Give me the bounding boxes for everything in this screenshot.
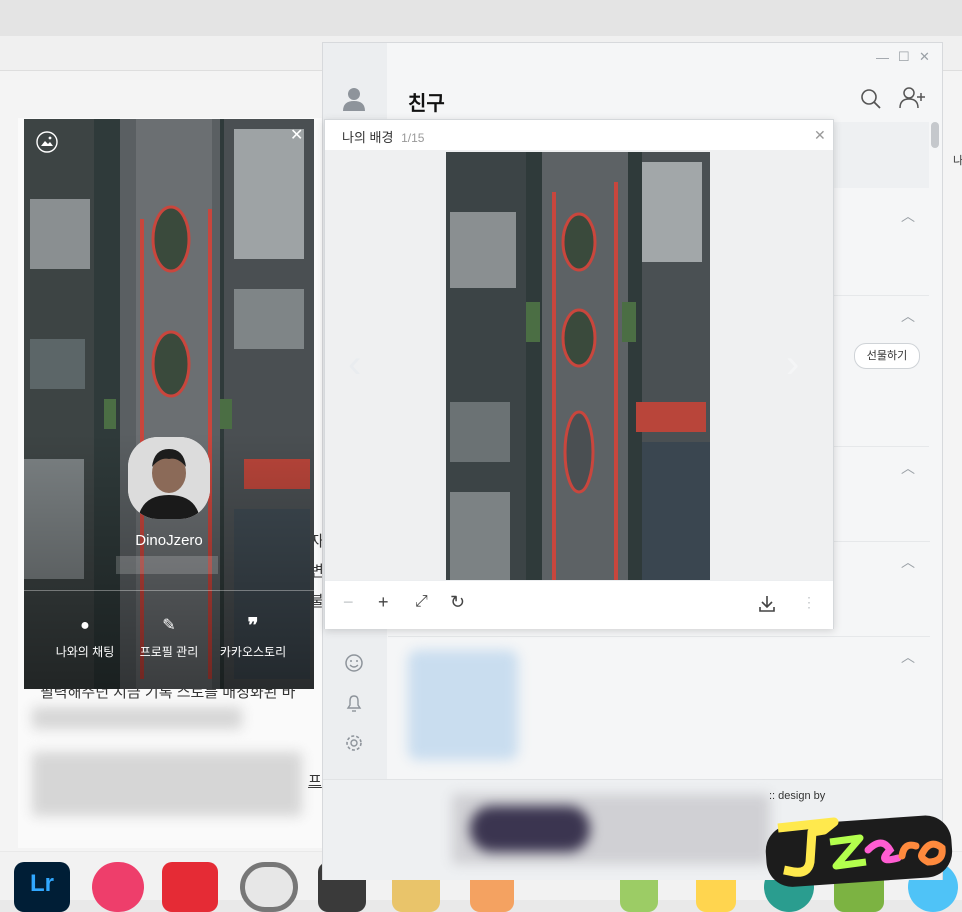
my-chat-button[interactable]: ● 나와의 채팅: [40, 615, 130, 660]
gift-button[interactable]: 선물하기: [854, 343, 920, 369]
search-icon[interactable]: [860, 88, 882, 110]
add-friend-icon[interactable]: [898, 86, 926, 110]
avatar[interactable]: [128, 437, 210, 519]
profile-gradient: [24, 119, 314, 689]
maximize-icon[interactable]: ☐: [898, 49, 910, 65]
rotate-icon[interactable]: ↻: [450, 592, 465, 613]
divider: [833, 446, 929, 447]
lightroom-icon[interactable]: Lr: [14, 862, 70, 912]
scrollbar[interactable]: [931, 122, 939, 148]
collapse-icon[interactable]: ︿: [901, 647, 915, 667]
camera-app-icon[interactable]: [92, 862, 144, 912]
background-image: [446, 152, 710, 580]
divider: [833, 295, 929, 296]
friends-tab-icon[interactable]: [341, 86, 367, 112]
background-gallery-icon[interactable]: [36, 131, 58, 153]
previous-arrow-icon[interactable]: ‹: [348, 342, 361, 387]
profile-card: ✕ DinoJzero ● 나와의 채팅 ✎ 프로필 관리 ❞ 카카오스토리: [24, 119, 314, 689]
divider: [388, 636, 930, 637]
close-icon[interactable]: ✕: [919, 49, 930, 65]
divider: [24, 590, 314, 591]
profile-name: DinoJzero: [135, 532, 203, 549]
collapse-icon[interactable]: ︿: [901, 206, 915, 226]
pencil-icon: ✎: [162, 617, 176, 634]
profile-photo: [128, 437, 210, 519]
video-editor-icon[interactable]: [162, 862, 218, 912]
action-label: 카카오스토리: [219, 645, 287, 659]
blurred-ad-image: [470, 806, 590, 852]
bell-icon[interactable]: [344, 693, 364, 713]
viewer-counter: 1/15: [401, 131, 425, 145]
zoom-in-icon[interactable]: +: [378, 592, 389, 613]
minimize-icon[interactable]: —: [876, 50, 889, 65]
download-icon[interactable]: [758, 595, 776, 613]
page-title: 친구: [408, 93, 445, 115]
settings-icon[interactable]: [344, 733, 364, 753]
blurred-text: [32, 707, 242, 729]
viewer-toolbar: [325, 580, 833, 629]
quote-icon: ❞: [247, 615, 259, 637]
collapse-icon[interactable]: ︿: [901, 552, 915, 572]
kakaostory-button[interactable]: ❞ 카카오스토리: [208, 615, 298, 660]
page-edge-label: 나: [953, 155, 962, 167]
clock-app-icon[interactable]: [240, 862, 298, 912]
profile-status-message: [116, 556, 218, 574]
fit-screen-icon[interactable]: ⤢: [415, 593, 428, 611]
close-icon[interactable]: ✕: [814, 127, 826, 144]
action-label: 나와의 채팅: [55, 645, 115, 659]
blurred-image: [32, 752, 302, 816]
more-options-icon[interactable]: ⋮: [802, 594, 816, 611]
design-credit: :: design by: [769, 790, 826, 802]
edit-profile-button[interactable]: ✎ 프로필 관리: [124, 615, 214, 660]
jzero-logo: [765, 815, 953, 887]
chat-bubble-icon: ●: [80, 617, 90, 634]
collapse-icon[interactable]: ︿: [901, 458, 915, 478]
my-profile-row[interactable]: [833, 122, 929, 188]
close-icon[interactable]: ✕: [290, 125, 303, 145]
blurred-friend-list: [408, 650, 518, 760]
zoom-out-icon[interactable]: −: [343, 592, 354, 613]
viewer-title: 나의 배경 1/15: [342, 130, 425, 145]
next-arrow-icon[interactable]: ›: [786, 342, 799, 387]
action-label: 프로필 관리: [139, 645, 199, 659]
collapse-icon[interactable]: ︿: [901, 306, 915, 326]
browser-tabstrip: [0, 0, 962, 36]
page-link[interactable]: 프: [308, 770, 322, 791]
emoticon-icon[interactable]: [344, 653, 364, 673]
